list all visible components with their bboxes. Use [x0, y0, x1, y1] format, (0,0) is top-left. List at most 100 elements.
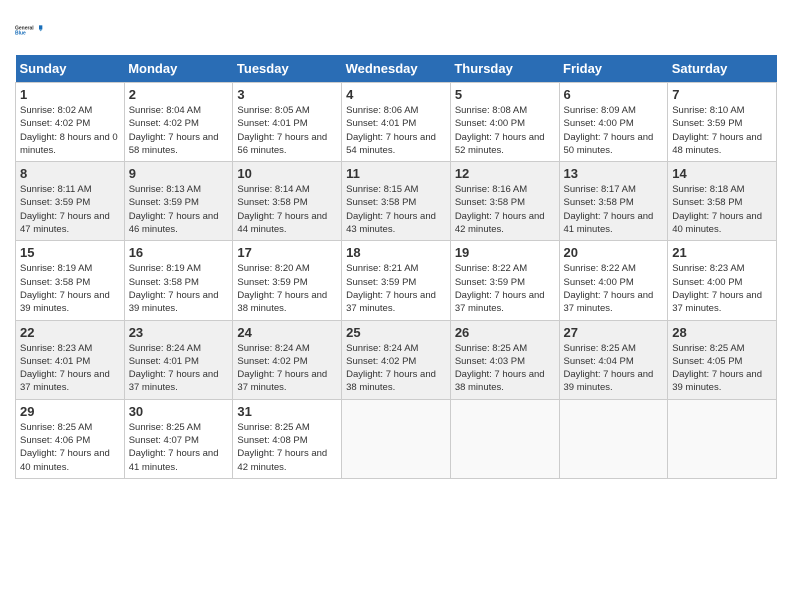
day-of-week-header: Saturday	[668, 55, 777, 83]
day-number: 9	[129, 166, 229, 181]
calendar-week-row: 22 Sunrise: 8:23 AM Sunset: 4:01 PM Dayl…	[16, 320, 777, 399]
day-number: 6	[564, 87, 664, 102]
day-number: 12	[455, 166, 555, 181]
calendar-day-cell: 23 Sunrise: 8:24 AM Sunset: 4:01 PM Dayl…	[124, 320, 233, 399]
calendar-day-cell: 19 Sunrise: 8:22 AM Sunset: 3:59 PM Dayl…	[450, 241, 559, 320]
calendar-day-cell: 6 Sunrise: 8:09 AM Sunset: 4:00 PM Dayli…	[559, 83, 668, 162]
day-number: 19	[455, 245, 555, 260]
day-of-week-header: Thursday	[450, 55, 559, 83]
day-detail: Sunrise: 8:05 AM Sunset: 4:01 PM Dayligh…	[237, 104, 337, 157]
day-of-week-header: Friday	[559, 55, 668, 83]
calendar-day-cell: 27 Sunrise: 8:25 AM Sunset: 4:04 PM Dayl…	[559, 320, 668, 399]
day-number: 17	[237, 245, 337, 260]
calendar-day-cell: 5 Sunrise: 8:08 AM Sunset: 4:00 PM Dayli…	[450, 83, 559, 162]
day-detail: Sunrise: 8:25 AM Sunset: 4:05 PM Dayligh…	[672, 342, 772, 395]
calendar-day-cell: 8 Sunrise: 8:11 AM Sunset: 3:59 PM Dayli…	[16, 162, 125, 241]
day-number: 16	[129, 245, 229, 260]
day-number: 5	[455, 87, 555, 102]
day-detail: Sunrise: 8:24 AM Sunset: 4:02 PM Dayligh…	[237, 342, 337, 395]
day-detail: Sunrise: 8:25 AM Sunset: 4:04 PM Dayligh…	[564, 342, 664, 395]
calendar-day-cell	[668, 399, 777, 478]
day-number: 2	[129, 87, 229, 102]
day-number: 26	[455, 325, 555, 340]
day-detail: Sunrise: 8:09 AM Sunset: 4:00 PM Dayligh…	[564, 104, 664, 157]
day-detail: Sunrise: 8:19 AM Sunset: 3:58 PM Dayligh…	[129, 262, 229, 315]
day-number: 4	[346, 87, 446, 102]
day-number: 31	[237, 404, 337, 419]
day-detail: Sunrise: 8:17 AM Sunset: 3:58 PM Dayligh…	[564, 183, 664, 236]
calendar-day-cell	[559, 399, 668, 478]
calendar-day-cell: 11 Sunrise: 8:15 AM Sunset: 3:58 PM Dayl…	[342, 162, 451, 241]
day-detail: Sunrise: 8:21 AM Sunset: 3:59 PM Dayligh…	[346, 262, 446, 315]
day-detail: Sunrise: 8:25 AM Sunset: 4:07 PM Dayligh…	[129, 421, 229, 474]
day-number: 3	[237, 87, 337, 102]
day-detail: Sunrise: 8:15 AM Sunset: 3:58 PM Dayligh…	[346, 183, 446, 236]
calendar-day-cell: 4 Sunrise: 8:06 AM Sunset: 4:01 PM Dayli…	[342, 83, 451, 162]
day-detail: Sunrise: 8:25 AM Sunset: 4:03 PM Dayligh…	[455, 342, 555, 395]
day-detail: Sunrise: 8:18 AM Sunset: 3:58 PM Dayligh…	[672, 183, 772, 236]
calendar-day-cell: 9 Sunrise: 8:13 AM Sunset: 3:59 PM Dayli…	[124, 162, 233, 241]
day-detail: Sunrise: 8:08 AM Sunset: 4:00 PM Dayligh…	[455, 104, 555, 157]
day-number: 11	[346, 166, 446, 181]
day-of-week-header: Wednesday	[342, 55, 451, 83]
calendar-day-cell: 26 Sunrise: 8:25 AM Sunset: 4:03 PM Dayl…	[450, 320, 559, 399]
calendar-day-cell: 1 Sunrise: 8:02 AM Sunset: 4:02 PM Dayli…	[16, 83, 125, 162]
day-detail: Sunrise: 8:25 AM Sunset: 4:06 PM Dayligh…	[20, 421, 120, 474]
calendar-day-cell: 18 Sunrise: 8:21 AM Sunset: 3:59 PM Dayl…	[342, 241, 451, 320]
day-number: 10	[237, 166, 337, 181]
calendar-day-cell: 10 Sunrise: 8:14 AM Sunset: 3:58 PM Dayl…	[233, 162, 342, 241]
calendar-week-row: 15 Sunrise: 8:19 AM Sunset: 3:58 PM Dayl…	[16, 241, 777, 320]
day-detail: Sunrise: 8:04 AM Sunset: 4:02 PM Dayligh…	[129, 104, 229, 157]
day-detail: Sunrise: 8:25 AM Sunset: 4:08 PM Dayligh…	[237, 421, 337, 474]
day-detail: Sunrise: 8:10 AM Sunset: 3:59 PM Dayligh…	[672, 104, 772, 157]
day-number: 23	[129, 325, 229, 340]
day-number: 15	[20, 245, 120, 260]
calendar-day-cell	[450, 399, 559, 478]
calendar-day-cell: 15 Sunrise: 8:19 AM Sunset: 3:58 PM Dayl…	[16, 241, 125, 320]
day-number: 18	[346, 245, 446, 260]
day-detail: Sunrise: 8:06 AM Sunset: 4:01 PM Dayligh…	[346, 104, 446, 157]
calendar-day-cell: 2 Sunrise: 8:04 AM Sunset: 4:02 PM Dayli…	[124, 83, 233, 162]
day-number: 22	[20, 325, 120, 340]
day-of-week-header: Monday	[124, 55, 233, 83]
calendar-table: SundayMondayTuesdayWednesdayThursdayFrid…	[15, 55, 777, 479]
day-number: 21	[672, 245, 772, 260]
day-detail: Sunrise: 8:20 AM Sunset: 3:59 PM Dayligh…	[237, 262, 337, 315]
day-number: 14	[672, 166, 772, 181]
day-of-week-header: Sunday	[16, 55, 125, 83]
day-detail: Sunrise: 8:02 AM Sunset: 4:02 PM Dayligh…	[20, 104, 120, 157]
day-number: 1	[20, 87, 120, 102]
calendar-day-cell: 3 Sunrise: 8:05 AM Sunset: 4:01 PM Dayli…	[233, 83, 342, 162]
day-of-week-header: Tuesday	[233, 55, 342, 83]
day-detail: Sunrise: 8:22 AM Sunset: 4:00 PM Dayligh…	[564, 262, 664, 315]
day-number: 29	[20, 404, 120, 419]
calendar-day-cell: 28 Sunrise: 8:25 AM Sunset: 4:05 PM Dayl…	[668, 320, 777, 399]
calendar-day-cell	[342, 399, 451, 478]
day-detail: Sunrise: 8:16 AM Sunset: 3:58 PM Dayligh…	[455, 183, 555, 236]
day-number: 20	[564, 245, 664, 260]
day-number: 25	[346, 325, 446, 340]
day-number: 8	[20, 166, 120, 181]
calendar-day-cell: 17 Sunrise: 8:20 AM Sunset: 3:59 PM Dayl…	[233, 241, 342, 320]
day-detail: Sunrise: 8:23 AM Sunset: 4:01 PM Dayligh…	[20, 342, 120, 395]
day-detail: Sunrise: 8:23 AM Sunset: 4:00 PM Dayligh…	[672, 262, 772, 315]
day-detail: Sunrise: 8:14 AM Sunset: 3:58 PM Dayligh…	[237, 183, 337, 236]
calendar-day-cell: 7 Sunrise: 8:10 AM Sunset: 3:59 PM Dayli…	[668, 83, 777, 162]
calendar-day-cell: 30 Sunrise: 8:25 AM Sunset: 4:07 PM Dayl…	[124, 399, 233, 478]
calendar-day-cell: 16 Sunrise: 8:19 AM Sunset: 3:58 PM Dayl…	[124, 241, 233, 320]
calendar-day-cell: 20 Sunrise: 8:22 AM Sunset: 4:00 PM Dayl…	[559, 241, 668, 320]
calendar-week-row: 29 Sunrise: 8:25 AM Sunset: 4:06 PM Dayl…	[16, 399, 777, 478]
day-detail: Sunrise: 8:24 AM Sunset: 4:02 PM Dayligh…	[346, 342, 446, 395]
calendar-week-row: 1 Sunrise: 8:02 AM Sunset: 4:02 PM Dayli…	[16, 83, 777, 162]
page-header: GeneralBlue	[15, 15, 777, 45]
calendar-day-cell: 31 Sunrise: 8:25 AM Sunset: 4:08 PM Dayl…	[233, 399, 342, 478]
calendar-day-cell: 12 Sunrise: 8:16 AM Sunset: 3:58 PM Dayl…	[450, 162, 559, 241]
day-number: 30	[129, 404, 229, 419]
day-number: 7	[672, 87, 772, 102]
logo: GeneralBlue	[15, 15, 45, 45]
svg-text:Blue: Blue	[15, 31, 26, 37]
day-detail: Sunrise: 8:11 AM Sunset: 3:59 PM Dayligh…	[20, 183, 120, 236]
calendar-day-cell: 24 Sunrise: 8:24 AM Sunset: 4:02 PM Dayl…	[233, 320, 342, 399]
calendar-day-cell: 13 Sunrise: 8:17 AM Sunset: 3:58 PM Dayl…	[559, 162, 668, 241]
day-detail: Sunrise: 8:24 AM Sunset: 4:01 PM Dayligh…	[129, 342, 229, 395]
